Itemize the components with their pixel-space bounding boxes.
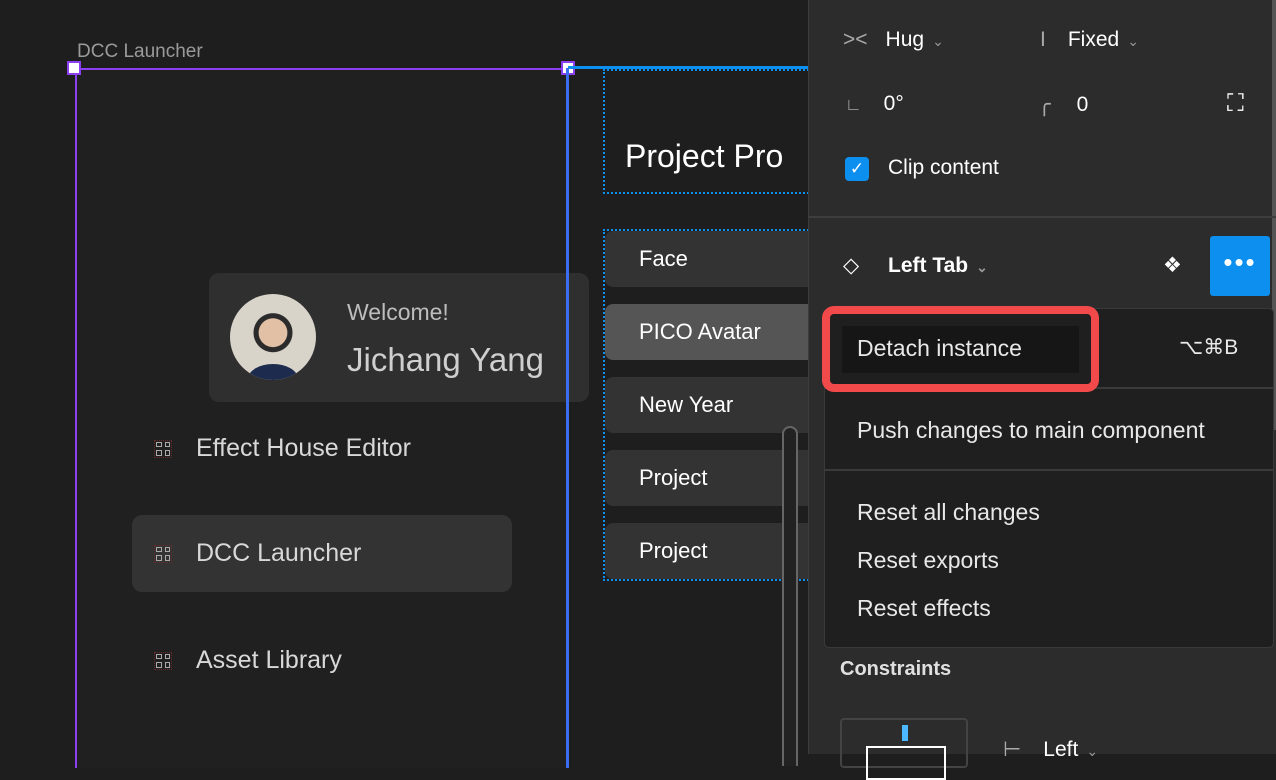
horizontal-constraint-select[interactable]: ⊢ Left ⌄ bbox=[1003, 737, 1098, 762]
grid-icon bbox=[154, 439, 172, 458]
more-options-button[interactable]: ••• bbox=[1210, 236, 1270, 296]
chevron-down-icon: ⌄ bbox=[1127, 33, 1139, 49]
chevron-down-icon: ⌄ bbox=[976, 259, 988, 275]
divider bbox=[808, 216, 1276, 218]
rotation-value: 0° bbox=[883, 92, 904, 115]
clip-content-label: Clip content bbox=[888, 156, 999, 179]
sidebar-item-effect-house-editor[interactable]: Effect House Editor bbox=[132, 410, 512, 487]
grid-icon bbox=[154, 544, 172, 563]
menu-item-detach-instance[interactable]: Detach instance bbox=[842, 326, 1079, 373]
menu-item-reset-exports[interactable]: Reset exports bbox=[857, 547, 999, 574]
project-item[interactable]: New Year bbox=[605, 377, 815, 433]
horizontal-constraint-icon: ⊢ bbox=[1003, 738, 1022, 761]
menu-separator bbox=[825, 469, 1273, 471]
detach-label: Detach instance bbox=[857, 335, 1022, 361]
chevron-down-icon: ⌄ bbox=[1086, 743, 1099, 759]
rotation-field[interactable]: ∟ 0° bbox=[845, 92, 904, 116]
height-mode-select[interactable]: I Fixed ⌄ bbox=[1040, 28, 1139, 52]
nav-label: Asset Library bbox=[196, 646, 342, 674]
sidebar-item-dcc-launcher[interactable]: DCC Launcher bbox=[132, 515, 512, 592]
detach-shortcut: ⌥⌘B bbox=[1179, 336, 1239, 359]
height-mode-value: Fixed bbox=[1067, 28, 1120, 51]
constraints-heading: Constraints bbox=[840, 658, 952, 680]
menu-item-reset-all[interactable]: Reset all changes bbox=[857, 499, 1040, 526]
component-name: Left Tab bbox=[888, 254, 969, 277]
frame-label[interactable]: DCC Launcher bbox=[77, 41, 203, 63]
menu-item-reset-effects[interactable]: Reset effects bbox=[857, 595, 991, 622]
project-item[interactable]: Face bbox=[605, 231, 815, 287]
user-name: Jichang Yang bbox=[347, 341, 544, 378]
sidebar-item-asset-library[interactable]: Asset Library bbox=[132, 622, 512, 699]
project-item[interactable]: PICO Avatar bbox=[605, 304, 815, 360]
angle-icon: ∟ bbox=[845, 95, 862, 114]
welcome-card: Welcome! Jichang Yang bbox=[209, 273, 589, 402]
avatar bbox=[230, 294, 316, 380]
nav-label: DCC Launcher bbox=[196, 539, 362, 567]
radius-value: 0 bbox=[1076, 93, 1089, 116]
width-mode-value: Hug bbox=[885, 28, 925, 51]
welcome-text: Welcome! bbox=[347, 299, 449, 325]
resize-handle[interactable] bbox=[67, 61, 81, 75]
frame-edge bbox=[566, 68, 569, 768]
chevron-down-icon: ⌄ bbox=[932, 33, 944, 49]
fixed-height-icon: I bbox=[1040, 28, 1046, 51]
grid-icon bbox=[154, 651, 172, 670]
component-icon[interactable]: ❖ bbox=[1163, 253, 1182, 278]
nav-label: Effect House Editor bbox=[196, 434, 411, 462]
component-select[interactable]: Left Tab ⌄ bbox=[888, 254, 988, 278]
diamond-icon: ◇ bbox=[843, 254, 860, 277]
title-frame bbox=[603, 69, 813, 194]
radius-field[interactable]: ╭ 0 bbox=[1038, 92, 1088, 117]
constraint-value: Left bbox=[1043, 738, 1079, 761]
clip-content-checkbox[interactable]: ✓ bbox=[845, 157, 869, 181]
width-mode-select[interactable]: >< Hug ⌄ bbox=[843, 28, 944, 52]
menu-item-push-changes[interactable]: Push changes to main component bbox=[857, 417, 1205, 444]
constraints-widget[interactable] bbox=[840, 718, 968, 780]
corner-radius-icon: ╭ bbox=[1038, 93, 1051, 116]
independent-corners-icon[interactable]: ⛶ bbox=[1227, 90, 1244, 118]
page-title: Project Pro bbox=[625, 138, 784, 174]
scrollbar[interactable] bbox=[782, 426, 798, 766]
hug-icon: >< bbox=[843, 28, 868, 51]
